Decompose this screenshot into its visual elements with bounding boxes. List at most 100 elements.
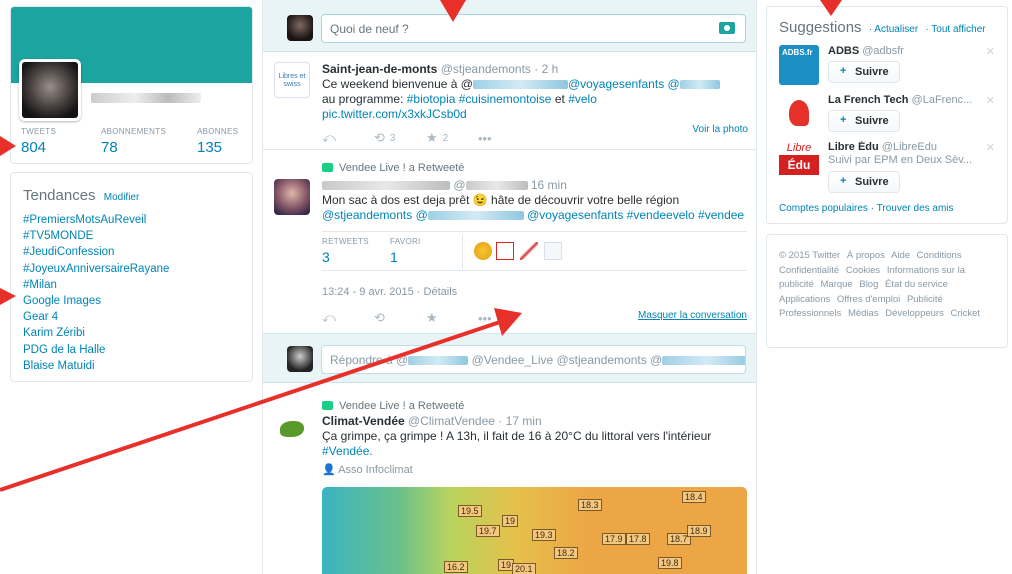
stat-followers[interactable]: ABONNES 135 (197, 127, 252, 156)
footer-link[interactable]: Cookies (846, 265, 880, 276)
trend-item[interactable]: #PremiersMotsAuReveil (23, 212, 240, 228)
suggestion-identity[interactable]: La French Tech @LaFrenc... (828, 94, 993, 106)
tweet-mentions[interactable]: @voyagesenfants #vendeevelo #vendee (527, 208, 744, 222)
french-tech-rooster-icon[interactable] (779, 94, 819, 134)
tweet-handle[interactable]: @ (453, 178, 465, 192)
tweet-mentions[interactable]: @stjeandemonts @ (322, 208, 428, 222)
blurred-author-name[interactable] (322, 181, 450, 191)
tweet-avatar[interactable] (274, 416, 310, 452)
tweet[interactable]: Libres et swiss Saint-jean-de-monts @stj… (263, 52, 756, 150)
adbs-logo[interactable]: ADBS.fr (779, 45, 819, 85)
follow-button[interactable]: Suivre (828, 110, 900, 132)
footer-link[interactable]: Publicité (907, 294, 943, 305)
tweet-hashtag[interactable]: #Vendée. (322, 444, 373, 458)
footer-link[interactable]: À propos (847, 250, 885, 261)
favorite-button[interactable]: ★ (426, 310, 478, 326)
libre-edu-logo[interactable]: Libre Édu (779, 141, 819, 181)
retweet-button[interactable]: ⟲ (374, 310, 426, 326)
tweet-mention[interactable]: @voyagesenfants @ (568, 77, 680, 91)
trend-item[interactable]: PDG de la Halle (23, 342, 240, 358)
suggestion-followed-by[interactable]: Suivi par EPM en Deux Sèv... (828, 154, 993, 166)
footer-link[interactable]: Offres d'emploi (837, 294, 900, 305)
tweet-link[interactable]: pic.twitter.com/x3xkJCsb0d (322, 107, 467, 121)
trend-item[interactable]: Google Images (23, 293, 240, 309)
reply-button[interactable]: ⤺ (322, 130, 374, 146)
stat-tweets[interactable]: TWEETS 804 (21, 127, 101, 156)
retweeted-by[interactable]: Vendee Live ! a Retweeté (339, 400, 464, 412)
retweeted-by[interactable]: Vendee Live ! a Retweeté (339, 162, 464, 174)
follow-button[interactable]: Suivre (828, 171, 900, 193)
footer-link[interactable]: Médias (848, 308, 879, 319)
blurred-handle[interactable] (465, 181, 528, 191)
tweet-author-name[interactable]: Saint-jean-de-monts (322, 62, 437, 76)
footer-link[interactable]: Applications (779, 294, 830, 305)
trend-item[interactable]: #Milan (23, 277, 240, 293)
retweeter-avatar[interactable] (474, 242, 492, 260)
camera-icon[interactable] (719, 22, 735, 34)
footer-link[interactable]: Aide (891, 250, 910, 261)
favorites-stat[interactable]: FAVORI 1 (390, 237, 421, 265)
tweet-author-name[interactable]: Climat-Vendée (322, 414, 405, 428)
more-button[interactable]: ••• (478, 131, 530, 146)
tweet-avatar[interactable]: Libres et swiss (274, 62, 310, 98)
stat-following[interactable]: ABONNEMENTS 78 (101, 127, 197, 156)
close-icon[interactable]: ✕ (986, 45, 995, 58)
close-icon[interactable]: ✕ (986, 141, 995, 154)
hide-conversation-link[interactable]: Masquer la conversation (638, 310, 747, 321)
compose-input[interactable]: Quoi de neuf ? (321, 14, 746, 43)
footer-link[interactable]: Professionnels (779, 308, 841, 319)
retweet-button[interactable]: ⟲ 3 (374, 130, 426, 146)
trends-modify-link[interactable]: Modifier (104, 192, 140, 203)
blurred-mention[interactable] (679, 80, 720, 90)
tweet-hashtags[interactable]: #biotopia #cuisinemontoise (407, 92, 552, 106)
suggestions-refresh-link[interactable]: · Actualiser (869, 24, 918, 35)
tweet-date[interactable]: 13:24 - 9 avr. 2015 · Détails (322, 286, 748, 298)
tweet-handle[interactable]: @ClimatVendee · 17 min (408, 414, 542, 428)
footer-link[interactable]: Développeurs (885, 308, 944, 319)
follow-label: Suivre (855, 115, 889, 127)
retweeter-avatar[interactable] (496, 242, 514, 260)
suggestion-identity[interactable]: Libre Édu @LibreEdu (828, 141, 993, 153)
tweet[interactable]: Vendee Live ! a Retweeté Climat-Vendée @… (263, 390, 756, 574)
tweet-header: Saint-jean-de-monts @stjeandemonts · 2 h (322, 62, 748, 76)
footer-link[interactable]: État du service (885, 279, 948, 290)
footer-link[interactable]: Conditions (917, 250, 962, 261)
follow-button[interactable]: Suivre (828, 61, 900, 83)
tweet-hashtag[interactable]: #velo (568, 92, 597, 106)
retweets-stat[interactable]: RETWEETS 3 (322, 237, 369, 265)
footer-link[interactable]: Confidentialité (779, 265, 839, 276)
footer-link[interactable]: Blog (859, 279, 878, 290)
profile-avatar[interactable] (19, 59, 81, 121)
footer-link[interactable]: © 2015 Twitter (779, 250, 840, 261)
tweet-location[interactable]: 👤 Asso Infoclimat (322, 463, 748, 476)
blurred-mention[interactable] (427, 211, 524, 221)
retweeter-avatar[interactable] (520, 242, 538, 260)
tweet-media-map[interactable]: 18.3 18.4 19.5 19 19.7 19.3 18.2 17.9 17… (322, 487, 747, 574)
profile-name-blurred[interactable] (91, 93, 201, 103)
suggestion-identity[interactable]: ADBS @adbsfr (828, 45, 993, 57)
suggestions-footer-links[interactable]: Comptes populaires · Trouver des amis (779, 203, 954, 214)
trend-item[interactable]: Gear 4 (23, 309, 240, 325)
favorite-button[interactable]: ★ 2 (426, 130, 478, 146)
close-icon[interactable]: ✕ (986, 94, 995, 107)
footer-link[interactable]: Cricket (950, 308, 980, 319)
footer-link[interactable]: Marque (821, 279, 853, 290)
trend-item[interactable]: Blaise Matuidi (23, 358, 240, 374)
retweet-context: Vendee Live ! a Retweeté (322, 162, 748, 174)
blurred-mention[interactable] (472, 80, 568, 90)
tweet-handle[interactable]: @stjeandemonts · 2 h (441, 62, 559, 76)
retweeter-avatar[interactable] (544, 242, 562, 260)
more-button[interactable]: ••• (478, 311, 530, 326)
tweet-avatar[interactable] (274, 179, 310, 215)
trend-item[interactable]: Karim Zéribi (23, 325, 240, 341)
tweet-time[interactable]: 16 min (531, 178, 567, 192)
retweet-context: Vendee Live ! a Retweeté (322, 400, 748, 412)
suggestions-view-all-link[interactable]: · Tout afficher (925, 24, 985, 35)
see-photo-link[interactable]: Voir la photo (692, 124, 748, 135)
reply-input[interactable]: Répondre à @ @Vendee_Live @stjeandemonts… (321, 345, 746, 374)
trend-item[interactable]: #TV5MONDE (23, 228, 240, 244)
tweet-expanded[interactable]: Vendee Live ! a Retweeté @ 16 min Mon sa… (263, 152, 756, 334)
reply-button[interactable]: ⤺ (322, 310, 374, 326)
trend-item[interactable]: #JeudiConfession (23, 244, 240, 260)
trend-item[interactable]: #JoyeuxAnniversaireRayane (23, 261, 240, 277)
